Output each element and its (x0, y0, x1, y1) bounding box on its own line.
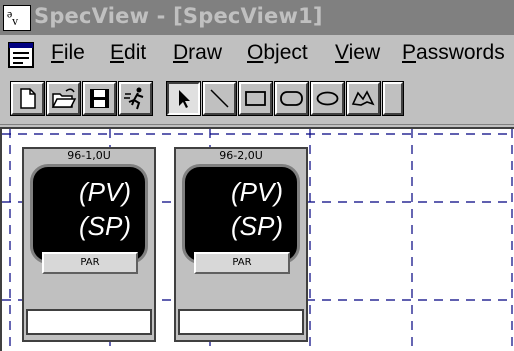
rectangle-tool-icon (245, 91, 266, 106)
title-bar: ᵊᵥ SpecView - [SpecView1] (0, 0, 514, 35)
pv-value: (PV) (79, 177, 131, 207)
menu-file-label: ile (63, 41, 85, 64)
faceplate-tag: 96-2,0U (219, 149, 263, 162)
pointer-arrow-icon (179, 90, 190, 108)
par-button[interactable]: PAR (42, 252, 138, 274)
sp-value: (SP) (79, 211, 131, 241)
document-icon[interactable] (8, 42, 34, 68)
run-mode-button[interactable] (118, 81, 153, 116)
rounded-rect-tool-button[interactable] (274, 81, 309, 116)
menu-object-label: bject (263, 41, 308, 64)
open-folder-icon (51, 88, 77, 108)
menu-file-mnemonic: F (51, 41, 64, 64)
menu-view[interactable]: View (335, 41, 380, 65)
line-tool-button[interactable] (202, 81, 237, 116)
menu-object[interactable]: Object (247, 41, 308, 65)
toolbar (0, 74, 514, 125)
faceplate-tag: 96-1,0U (67, 149, 111, 162)
faceplate-display: (PV) (SP) (30, 164, 148, 264)
ellipse-tool-button[interactable] (310, 81, 345, 116)
drawing-canvas[interactable]: 96-1,0U (PV) (SP) PAR 96-2,0U (PV) (SP) … (0, 127, 514, 351)
faceplate-input-field[interactable] (178, 309, 304, 335)
app-icon[interactable]: ᵊᵥ (3, 5, 31, 31)
menu-file[interactable]: File (51, 41, 85, 65)
menu-draw-mnemonic: D (173, 41, 189, 64)
sp-value: (SP) (231, 211, 283, 241)
more-tools-button[interactable] (382, 81, 404, 116)
menu-passwords[interactable]: Passwords (402, 41, 505, 65)
par-button[interactable]: PAR (194, 252, 290, 274)
faceplate-display: (PV) (SP) (182, 164, 300, 264)
faceplate-1[interactable]: 96-1,0U (PV) (SP) PAR (22, 147, 156, 342)
polyline-tool-icon (351, 90, 375, 106)
rectangle-tool-button[interactable] (238, 81, 273, 116)
window-title: SpecView - [SpecView1] (34, 4, 323, 28)
menu-draw-label: raw (188, 41, 223, 64)
run-mode-icon (124, 87, 144, 110)
menu-view-label: iew (348, 41, 381, 64)
rounded-rect-tool-icon (280, 91, 303, 106)
menu-edit-mnemonic: E (110, 41, 125, 64)
faceplate-input-field[interactable] (26, 309, 152, 335)
save-disk-icon (90, 89, 109, 108)
menu-bar: File Edit Draw Object View Passwords (0, 36, 514, 72)
new-file-icon (20, 88, 36, 109)
open-button[interactable] (46, 81, 81, 116)
menu-view-mnemonic: V (335, 41, 349, 64)
menu-object-mnemonic: O (247, 41, 264, 64)
app-icon-glyph: ᵊᵥ (7, 6, 19, 28)
menu-passwords-mnemonic: P (402, 41, 417, 64)
select-tool-button[interactable] (166, 81, 201, 116)
faceplate-2[interactable]: 96-2,0U (PV) (SP) PAR (174, 147, 308, 342)
ellipse-tool-icon (316, 91, 339, 106)
menu-edit[interactable]: Edit (110, 41, 146, 65)
polyline-tool-button[interactable] (346, 81, 381, 116)
pv-value: (PV) (231, 177, 283, 207)
menu-edit-label: dit (124, 41, 147, 64)
menu-draw[interactable]: Draw (173, 41, 222, 65)
menu-passwords-label: asswords (416, 41, 505, 64)
new-file-button[interactable] (10, 81, 45, 116)
save-button[interactable] (82, 81, 117, 116)
line-tool-icon (210, 89, 229, 108)
